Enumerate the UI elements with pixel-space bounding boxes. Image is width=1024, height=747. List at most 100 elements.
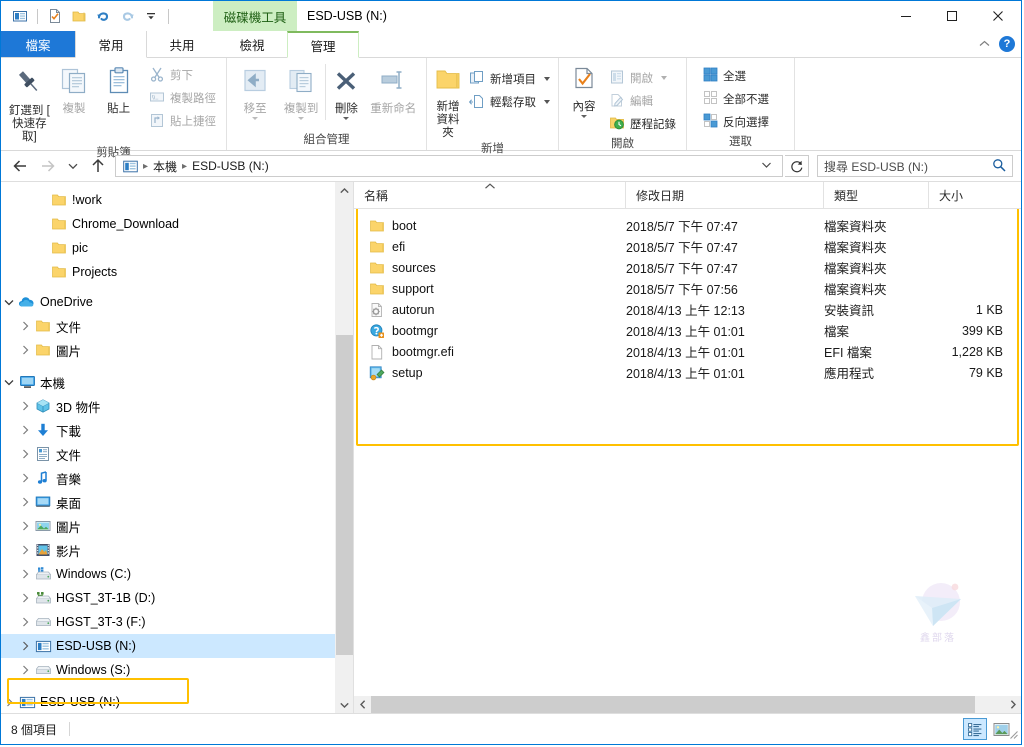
tree-item-videos[interactable]: 影片: [1, 538, 353, 562]
tree-twisty-collapsed[interactable]: [17, 490, 33, 514]
move-to-chevron-down-icon[interactable]: [252, 117, 259, 120]
tree-item-pic[interactable]: pic: [1, 236, 353, 260]
tree-item-esd-usb-selected[interactable]: ESD-USB (N:): [1, 634, 353, 658]
file-list-horizontal-scrollbar[interactable]: [354, 696, 1021, 713]
tree-item-windows-c[interactable]: Windows (C:): [1, 562, 353, 586]
tree-item-desktop[interactable]: 桌面: [1, 490, 353, 514]
tree-twisty-collapsed[interactable]: [17, 610, 33, 634]
properties-button[interactable]: 內容: [565, 62, 603, 118]
tree-twisty-collapsed[interactable]: [17, 514, 33, 538]
edit-button[interactable]: 編輯: [605, 90, 680, 112]
tab-view[interactable]: 檢視: [217, 31, 287, 57]
scroll-right-arrow-icon[interactable]: [1004, 696, 1021, 713]
tree-item-work[interactable]: !work: [1, 188, 353, 212]
help-icon[interactable]: ?: [999, 36, 1015, 52]
tree-item-projects[interactable]: Projects: [1, 260, 353, 284]
copy-button[interactable]: 複製: [52, 62, 97, 116]
close-icon[interactable]: [975, 1, 1021, 31]
new-item-button[interactable]: 新增項目: [465, 68, 554, 90]
new-folder-button[interactable]: 新增 資料夾: [433, 62, 463, 140]
pin-to-quick-access-button[interactable]: 釘選到 [ 快速存取]: [7, 62, 52, 144]
tree-item-hgst-3t-1b[interactable]: HGST_3T-1B (D:): [1, 586, 353, 610]
tree-twisty-collapsed[interactable]: [17, 314, 33, 338]
table-row[interactable]: setup 2018/4/13 上午 01:01 應用程式 79 KB: [354, 362, 1021, 383]
rename-button[interactable]: 重新命名: [367, 64, 420, 116]
properties-chevron-down-icon[interactable]: [581, 115, 587, 118]
copy-to-chevron-down-icon[interactable]: [298, 117, 305, 120]
tab-file[interactable]: 檔案: [1, 31, 75, 57]
tree-item-music[interactable]: 音樂: [1, 466, 353, 490]
delete-chevron-down-icon[interactable]: [343, 117, 350, 120]
column-header-date-modified[interactable]: 修改日期: [626, 182, 824, 208]
tree-item-pictures[interactable]: 圖片: [1, 514, 353, 538]
breadcrumb-separator-2[interactable]: ▸: [180, 161, 189, 172]
tree-twisty-collapsed[interactable]: [17, 394, 33, 418]
breadcrumb-chevron-down-icon[interactable]: [755, 161, 778, 171]
scrollbar-thumb[interactable]: [371, 696, 975, 713]
tree-twisty[interactable]: [33, 212, 49, 236]
customize-qat-icon[interactable]: [140, 5, 162, 27]
tree-twisty-collapsed[interactable]: [17, 442, 33, 466]
table-row[interactable]: bootmgr 2018/4/13 上午 01:01 檔案 399 KB: [354, 320, 1021, 341]
tree-item-3d-objects[interactable]: 3D 物件: [1, 394, 353, 418]
new-folder-icon[interactable]: [68, 5, 90, 27]
tree-twisty[interactable]: [33, 236, 49, 260]
copy-to-button[interactable]: 複製到: [277, 64, 325, 120]
breadcrumb-item-this-pc[interactable]: 本機: [150, 158, 180, 175]
copy-path-button[interactable]: \\.. 複製路徑: [145, 87, 220, 109]
easy-access-button[interactable]: 輕鬆存取: [465, 91, 554, 113]
tree-twisty-collapsed[interactable]: [17, 418, 33, 442]
hscroll-track[interactable]: [975, 696, 1004, 713]
column-header-type[interactable]: 類型: [824, 182, 929, 208]
breadcrumb-item-esd-usb[interactable]: ESD-USB (N:): [189, 159, 272, 173]
select-none-button[interactable]: 全部不選: [699, 88, 773, 110]
scroll-up-arrow-icon[interactable]: [336, 182, 353, 199]
tree-item-downloads[interactable]: 下載: [1, 418, 353, 442]
undo-icon[interactable]: [92, 5, 114, 27]
minimize-icon[interactable]: [883, 1, 929, 31]
table-row[interactable]: bootmgr.efi 2018/4/13 上午 01:01 EFI 檔案 1,…: [354, 341, 1021, 362]
paste-shortcut-button[interactable]: 貼上捷徑: [145, 110, 220, 132]
tree-twisty-collapsed[interactable]: [17, 538, 33, 562]
breadcrumb-separator-1[interactable]: ▸: [141, 161, 150, 172]
table-row[interactable]: efi 2018/5/7 下午 07:47 檔案資料夾: [354, 236, 1021, 257]
table-row[interactable]: autorun 2018/4/13 上午 12:13 安裝資訊 1 KB: [354, 299, 1021, 320]
tree-item-onedrive[interactable]: OneDrive: [1, 290, 353, 314]
search-input[interactable]: 搜尋 ESD-USB (N:): [817, 155, 1013, 177]
tree-twisty[interactable]: [33, 188, 49, 212]
navigation-pane-scrollbar[interactable]: [335, 182, 353, 713]
tree-twisty-collapsed[interactable]: [17, 466, 33, 490]
cut-button[interactable]: 剪下: [145, 64, 220, 86]
tree-item-windows-s[interactable]: Windows (S:): [1, 658, 353, 682]
tree-twisty-collapsed[interactable]: [17, 338, 33, 362]
move-to-button[interactable]: 移至: [233, 64, 277, 120]
delete-button[interactable]: 刪除: [325, 64, 367, 120]
tree-twisty-expanded[interactable]: [1, 290, 17, 314]
tree-item-this-pc[interactable]: 本機: [1, 370, 353, 394]
open-button[interactable]: 開啟: [605, 67, 680, 89]
tree-item-chrome-download[interactable]: Chrome_Download: [1, 212, 353, 236]
easy-access-chevron-down-icon[interactable]: [544, 100, 550, 104]
resize-grip-icon[interactable]: [1006, 727, 1019, 743]
collapse-ribbon-icon[interactable]: [975, 35, 993, 53]
invert-selection-button[interactable]: 反向選擇: [699, 111, 773, 133]
details-view-icon[interactable]: [963, 718, 987, 740]
tree-twisty-collapsed[interactable]: [17, 658, 33, 682]
table-row[interactable]: support 2018/5/7 下午 07:56 檔案資料夾: [354, 278, 1021, 299]
history-button[interactable]: 歷程記錄: [605, 113, 680, 135]
tree-twisty[interactable]: [33, 260, 49, 284]
tree-item-onedrive-pictures[interactable]: 圖片: [1, 338, 353, 362]
tree-twisty-collapsed[interactable]: [17, 562, 33, 586]
new-item-chevron-down-icon[interactable]: [544, 77, 550, 81]
tree-twisty-collapsed[interactable]: [1, 690, 17, 713]
column-header-size[interactable]: 大小: [929, 182, 1021, 208]
search-icon[interactable]: [992, 158, 1006, 175]
select-all-button[interactable]: 全選: [699, 65, 773, 87]
breadcrumb[interactable]: ▸ 本機 ▸ ESD-USB (N:): [115, 155, 783, 177]
tree-item-documents[interactable]: 文件: [1, 442, 353, 466]
scroll-down-arrow-icon[interactable]: [336, 696, 353, 713]
scroll-left-arrow-icon[interactable]: [354, 696, 371, 713]
tree-item-esd-usb-root[interactable]: ESD-USB (N:): [1, 690, 353, 713]
table-row[interactable]: boot 2018/5/7 下午 07:47 檔案資料夾: [354, 215, 1021, 236]
table-row[interactable]: sources 2018/5/7 下午 07:47 檔案資料夾: [354, 257, 1021, 278]
